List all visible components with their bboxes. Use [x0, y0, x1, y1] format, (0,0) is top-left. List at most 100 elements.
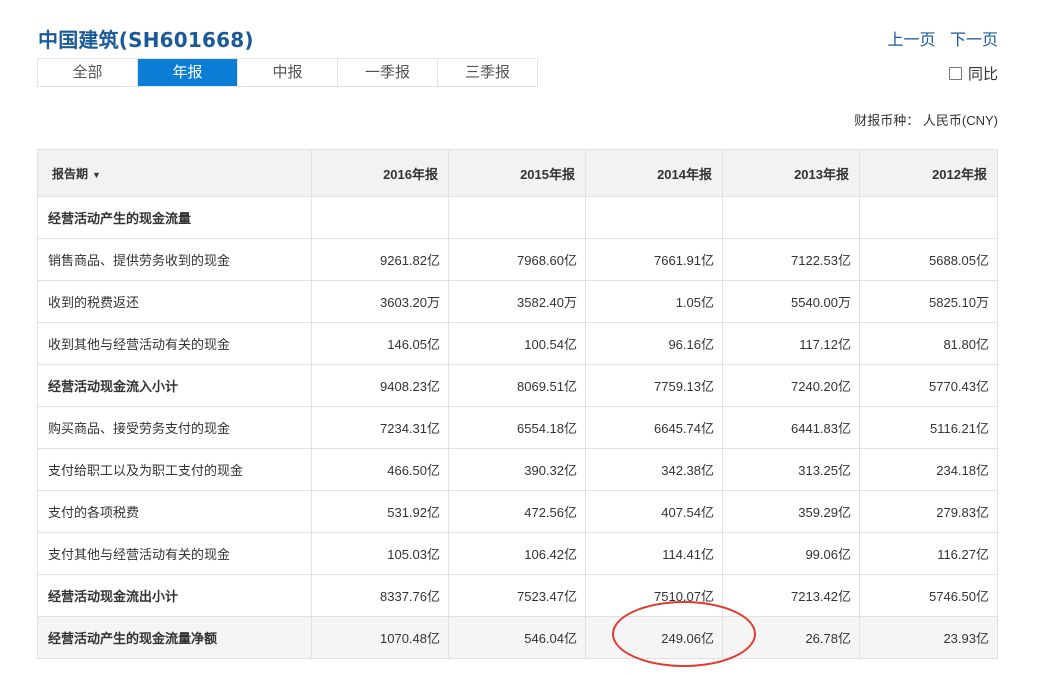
- cashflow-table: 报告期 ▼ 2016年报 2015年报 2014年报 2013年报 2012年报 …: [37, 149, 998, 659]
- table-row: 支付的各项税费 531.92亿 472.56亿 407.54亿 359.29亿 279.8…: [37, 490, 998, 533]
- table-cell: 8069.51亿: [448, 364, 586, 407]
- row-label: 支付的各项税费: [37, 490, 312, 533]
- table-cell: 7510.07亿: [585, 574, 723, 617]
- sort-caret-icon[interactable]: ▼: [92, 170, 101, 180]
- row-label: 收到其他与经营活动有关的现金: [37, 322, 312, 365]
- row-label: 支付给职工以及为职工支付的现金: [37, 448, 312, 491]
- table-cell: 99.06亿: [722, 532, 860, 575]
- table-cell: 5688.05亿: [859, 238, 998, 281]
- table-cell: 5770.43亿: [859, 364, 998, 407]
- table-cell: 7759.13亿: [585, 364, 723, 407]
- pager: 上一页 下一页: [878, 26, 998, 50]
- tab-q1[interactable]: 一季报: [338, 59, 438, 86]
- table-row: 经营活动产生的现金流量净额 1070.48亿 546.04亿 249.06亿 26.78…: [37, 616, 998, 659]
- table-cell: 100.54亿: [448, 322, 586, 365]
- column-header: 2013年报: [722, 149, 860, 197]
- table-cell: 116.27亿: [859, 532, 998, 575]
- tab-all[interactable]: 全部: [38, 59, 138, 86]
- table-row: 购买商品、接受劳务支付的现金 7234.31亿 6554.18亿 6645.74亿 64…: [37, 406, 998, 449]
- currency-label: 财报币种： 人民币(CNY): [854, 113, 998, 128]
- period-column-header[interactable]: 报告期 ▼: [37, 149, 312, 197]
- report-type-tabs: 全部 年报 中报 一季报 三季报: [37, 58, 538, 87]
- page-title: 中国建筑(SH601668): [38, 28, 254, 52]
- table-row: 经营活动产生的现金流量: [37, 196, 998, 239]
- table-cell: 7234.31亿: [311, 406, 449, 449]
- table-row: 经营活动现金流入小计 9408.23亿 8069.51亿 7759.13亿 7240.2…: [37, 364, 998, 407]
- table-row: 收到其他与经营活动有关的现金 146.05亿 100.54亿 96.16亿 117.12…: [37, 322, 998, 365]
- table-cell: 5540.00万: [722, 280, 860, 323]
- table-cell: 531.92亿: [311, 490, 449, 533]
- table-cell: 234.18亿: [859, 448, 998, 491]
- table-cell: [448, 196, 586, 239]
- row-label: 经营活动产生的现金流量净额: [37, 616, 312, 659]
- table-cell: 7240.20亿: [722, 364, 860, 407]
- table-cell: 1.05亿: [585, 280, 723, 323]
- table-cell: 146.05亿: [311, 322, 449, 365]
- table-cell: 546.04亿: [448, 616, 586, 659]
- table-cell: 7213.42亿: [722, 574, 860, 617]
- table-cell: 3603.20万: [311, 280, 449, 323]
- table-cell: 279.83亿: [859, 490, 998, 533]
- table-cell: 7661.91亿: [585, 238, 723, 281]
- table-cell: 5746.50亿: [859, 574, 998, 617]
- period-header-label: 报告期: [52, 166, 89, 181]
- tab-annual[interactable]: 年报: [138, 59, 238, 86]
- table-row: 经营活动现金流出小计 8337.76亿 7523.47亿 7510.07亿 7213.4…: [37, 574, 998, 617]
- row-label: 销售商品、提供劳务收到的现金: [37, 238, 312, 281]
- table-cell: 472.56亿: [448, 490, 586, 533]
- table-cell: 105.03亿: [311, 532, 449, 575]
- table-cell: 8337.76亿: [311, 574, 449, 617]
- table-cell: [585, 196, 723, 239]
- table-cell: 26.78亿: [722, 616, 860, 659]
- table-cell: 6554.18亿: [448, 406, 586, 449]
- table-cell: 5825.10万: [859, 280, 998, 323]
- table-cell: 466.50亿: [311, 448, 449, 491]
- yoy-compare-toggle[interactable]: 同比: [948, 63, 998, 84]
- table-cell: 5116.21亿: [859, 406, 998, 449]
- table-cell: 1070.48亿: [311, 616, 449, 659]
- table-cell: 7122.53亿: [722, 238, 860, 281]
- table-cell: 7968.60亿: [448, 238, 586, 281]
- row-label: 经营活动现金流入小计: [37, 364, 312, 407]
- table-cell: 313.25亿: [722, 448, 860, 491]
- table-cell: [311, 196, 449, 239]
- table-cell: 23.93亿: [859, 616, 998, 659]
- table-cell: 3582.40万: [448, 280, 586, 323]
- prev-page-link[interactable]: 上一页: [888, 32, 936, 49]
- row-label: 收到的税费返还: [37, 280, 312, 323]
- table-cell: 6645.74亿: [585, 406, 723, 449]
- row-label: 支付其他与经营活动有关的现金: [37, 532, 312, 575]
- table-header-row: 报告期 ▼ 2016年报 2015年报 2014年报 2013年报 2012年报: [37, 149, 998, 197]
- column-header: 2016年报: [311, 149, 449, 197]
- table-cell: 81.80亿: [859, 322, 998, 365]
- table-row: 支付给职工以及为职工支付的现金 466.50亿 390.32亿 342.38亿 313.…: [37, 448, 998, 491]
- column-header: 2015年报: [448, 149, 586, 197]
- table-cell: 96.16亿: [585, 322, 723, 365]
- row-label: 经营活动现金流出小计: [37, 574, 312, 617]
- row-label: 经营活动产生的现金流量: [37, 196, 312, 239]
- column-header: 2014年报: [585, 149, 723, 197]
- checkbox-icon[interactable]: [948, 67, 962, 80]
- table-cell: 9261.82亿: [311, 238, 449, 281]
- table-cell: 9408.23亿: [311, 364, 449, 407]
- table-cell: 390.32亿: [448, 448, 586, 491]
- next-page-link[interactable]: 下一页: [950, 32, 998, 49]
- table-cell: [859, 196, 998, 239]
- table-cell: 106.42亿: [448, 532, 586, 575]
- tab-q3[interactable]: 三季报: [438, 59, 537, 86]
- table-cell: 6441.83亿: [722, 406, 860, 449]
- table-cell: [722, 196, 860, 239]
- table-cell: 114.41亿: [585, 532, 723, 575]
- table-cell: 117.12亿: [722, 322, 860, 365]
- column-header: 2012年报: [859, 149, 998, 197]
- row-label: 购买商品、接受劳务支付的现金: [37, 406, 312, 449]
- table-cell: 407.54亿: [585, 490, 723, 533]
- table-row: 收到的税费返还 3603.20万 3582.40万 1.05亿 5540.00万 5825…: [37, 280, 998, 323]
- table-cell: 342.38亿: [585, 448, 723, 491]
- tab-interim[interactable]: 中报: [238, 59, 338, 86]
- table-cell: 359.29亿: [722, 490, 860, 533]
- table-row: 支付其他与经营活动有关的现金 105.03亿 106.42亿 114.41亿 99.06…: [37, 532, 998, 575]
- table-cell: 7523.47亿: [448, 574, 586, 617]
- yoy-compare-label: 同比: [967, 66, 998, 83]
- table-cell: 249.06亿: [585, 616, 723, 659]
